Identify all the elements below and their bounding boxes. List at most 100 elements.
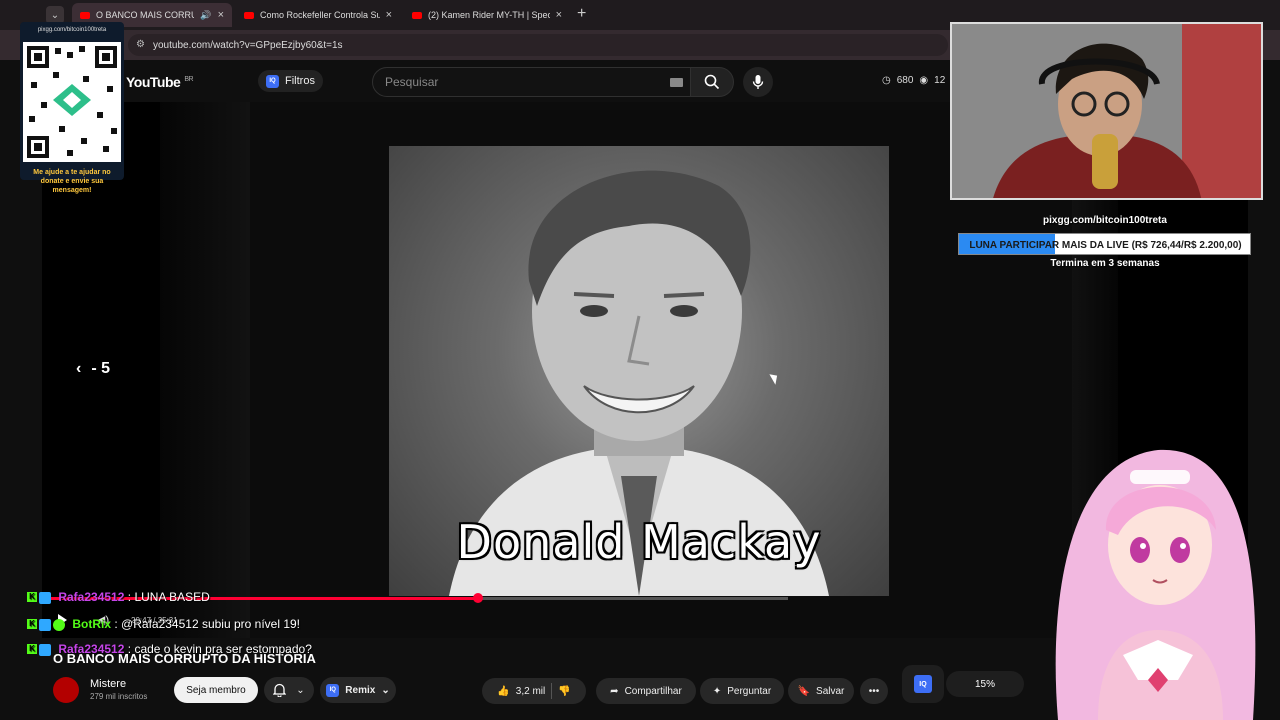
bot-badge-icon (53, 618, 65, 631)
keyboard-icon[interactable] (670, 78, 683, 87)
channel-name[interactable]: Mistere (90, 678, 126, 690)
ask-button[interactable]: ✦ Perguntar (700, 678, 784, 704)
youtube-favicon-icon (80, 11, 90, 19)
donation-goal-bar: LUNA PARTICIPAR MAIS DA LIVE (R$ 726,44/… (958, 233, 1251, 255)
chevron-down-icon: ⌄ (296, 684, 305, 696)
notifications-button[interactable]: ⌄ (264, 677, 314, 703)
subscriber-badge-icon (39, 643, 51, 656)
new-tab-icon[interactable]: + (577, 5, 586, 23)
donation-qr-card: pixgg.com/bitcoin100treta Me ajude a te … (20, 22, 124, 194)
search-button[interactable] (690, 67, 734, 97)
chat-username: BotRix (72, 617, 112, 631)
goal-url: pixgg.com/bitcoin100treta (1043, 215, 1167, 226)
search-input[interactable]: Pesquisar (372, 67, 694, 97)
seek-back-indicator: ‹ - 5 (76, 360, 110, 378)
subscriber-badge-icon (39, 618, 51, 631)
more-icon: ••• (868, 685, 880, 697)
iq-floating-button[interactable]: IQ (902, 665, 944, 703)
channel-avatar[interactable] (53, 677, 79, 703)
header-stats: ◷ 680 ◉ 12 (882, 75, 945, 86)
views-stat: 12 (934, 75, 946, 86)
close-tab-icon[interactable]: × (386, 9, 392, 21)
chat-separator: : (127, 642, 132, 656)
tab-label: Como Rockefeller Controla Sua (260, 10, 380, 20)
tab-label: (2) Kamen Rider MY-TH | Speci (428, 10, 550, 20)
chat-message: K BotRix : @Rafa234512 subiu pro nível 1… (27, 616, 357, 632)
voice-search-button[interactable] (743, 67, 773, 97)
ask-label: Perguntar (727, 685, 772, 697)
vtuber-avatar (1028, 440, 1268, 720)
player-shade-left (160, 102, 250, 638)
speaker-icon[interactable]: 🔊 (200, 10, 211, 21)
chat-badges: K (27, 618, 65, 631)
eye-icon: ◉ (919, 75, 929, 86)
chat-text: @Rafa234512 subiu pro nível 19! (121, 617, 301, 631)
join-button[interactable]: Seja membro (174, 677, 258, 703)
like-dislike-group: 👍 3,2 mil 👎 (482, 678, 586, 704)
chevron-left-icon: ‹ (76, 360, 82, 377)
stream-chat-overlay: K Rafa234512 : LUNA BASED K BotRix : @Ra… (27, 589, 357, 668)
share-label: Compartilhar (624, 685, 682, 697)
remix-label: Remix (345, 684, 376, 696)
subscriber-badge-icon (39, 591, 51, 604)
iq-extension-icon: IQ (266, 74, 279, 88)
url-text: youtube.com/watch?v=GPpeEzjby60&t=1s (153, 39, 343, 51)
chat-message: K Rafa234512 : LUNA BASED (27, 589, 357, 605)
logo-text: YouTube (126, 74, 181, 90)
chat-message: K Rafa234512 : cade o kevin pra ser esto… (27, 641, 357, 657)
iq-extension-icon: IQ (326, 683, 340, 697)
qr-message: Me ajude a te ajudar no donate e envie s… (33, 169, 111, 194)
sparkle-icon: ✦ (712, 685, 722, 697)
chat-text: cade o kevin pra ser estompado? (134, 642, 312, 656)
qr-pattern (27, 46, 117, 158)
youtube-logo[interactable]: YouTube BR (126, 74, 194, 90)
qr-url: pixgg.com/bitcoin100treta (37, 27, 107, 33)
time-stat: 680 (896, 75, 914, 86)
share-icon: ➦ (610, 685, 619, 697)
chevron-down-icon: ⌄ (381, 684, 390, 696)
address-bar[interactable]: ⚙ youtube.com/watch?v=GPpeEzjby60&t=1s (128, 34, 948, 56)
close-tab-icon[interactable]: × (218, 9, 224, 21)
kick-badge-icon: K (27, 591, 37, 602)
filters-button[interactable]: IQ Filtros (258, 70, 323, 92)
chat-text: LUNA BASED (134, 590, 210, 604)
thumbs-down-icon: 👎 (558, 685, 571, 697)
subscriber-count: 279 mil inscritos (90, 692, 148, 701)
search-icon (704, 74, 720, 90)
thumbs-up-icon: 👍 (497, 685, 510, 697)
extension-percent-pill[interactable]: 15% (946, 671, 1024, 697)
bell-icon (273, 683, 287, 697)
remix-button[interactable]: IQ Remix ⌄ (320, 677, 396, 703)
region-code: BR (184, 76, 194, 84)
dislike-button[interactable]: 👎 (558, 686, 570, 697)
divider (551, 683, 553, 699)
chat-username: Rafa234512 (58, 590, 125, 604)
tab-kamen-rider[interactable]: (2) Kamen Rider MY-TH | Speci × (404, 3, 570, 27)
chat-username: Rafa234512 (58, 642, 125, 656)
clock-icon: ◷ (882, 75, 891, 86)
seek-back-label: - 5 (91, 360, 110, 377)
chat-separator: : (114, 617, 118, 631)
search-placeholder: Pesquisar (385, 75, 439, 89)
share-button[interactable]: ➦ Compartilhar (596, 678, 696, 704)
bookmark-icon: 🔖 (797, 685, 811, 697)
iq-extension-icon: IQ (914, 675, 932, 693)
kick-badge-icon: K (27, 643, 37, 654)
tab-rockefeller[interactable]: Como Rockefeller Controla Sua × (236, 3, 400, 27)
kick-badge-icon: K (27, 618, 37, 629)
save-button[interactable]: 🔖 Salvar (788, 678, 854, 704)
qr-code-image (23, 42, 121, 162)
site-info-icon[interactable]: ⚙ (136, 39, 145, 50)
streamer-illustration (952, 24, 1261, 198)
webcam-feed (950, 22, 1263, 200)
chat-separator: : (127, 590, 132, 604)
like-button[interactable]: 👍 3,2 mil (497, 686, 545, 697)
close-tab-icon[interactable]: × (556, 9, 562, 21)
tab-label: O BANCO MAIS CORRUPTO DA HISTÓRIA (96, 10, 195, 20)
video-caption: Donald Mackay (456, 515, 822, 569)
more-actions-button[interactable]: ••• (860, 678, 888, 704)
goal-text: LUNA PARTICIPAR MAIS DA LIVE (R$ 726,44/… (969, 239, 1242, 251)
save-label: Salvar (816, 685, 845, 697)
chat-badges: K (27, 591, 51, 604)
like-count: 3,2 mil (515, 685, 546, 697)
